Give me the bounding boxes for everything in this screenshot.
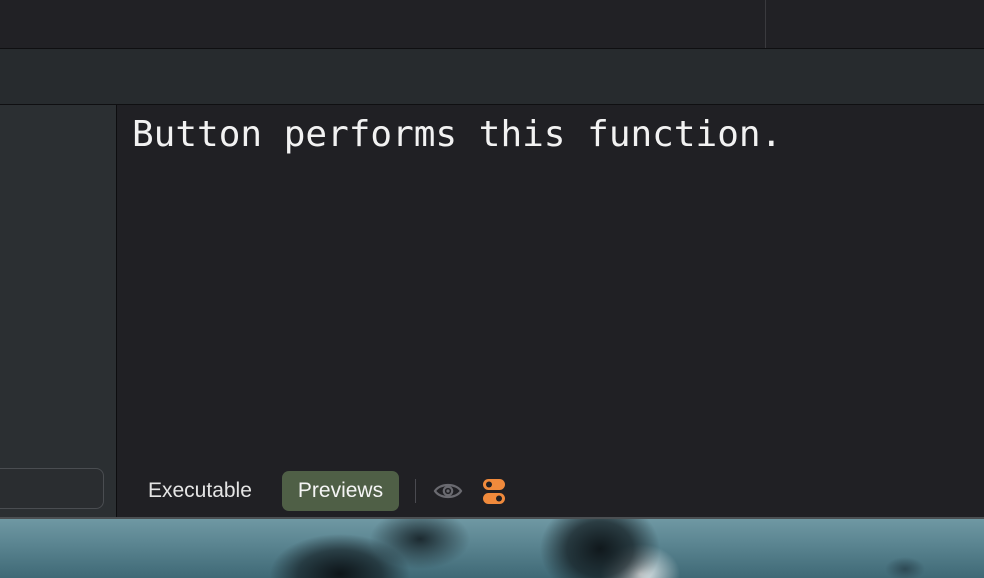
canvas-bottom-controls: Executable Previews	[132, 471, 510, 511]
selectable-toggle-icon	[483, 478, 506, 504]
controls-divider	[415, 479, 417, 503]
editor-tab-bar	[0, 49, 984, 105]
toolbar-divider	[765, 0, 766, 48]
window-toolbar	[0, 0, 984, 49]
eye-icon	[433, 483, 463, 499]
navigator-sidebar	[0, 105, 117, 517]
executable-mode-button[interactable]: Executable	[132, 471, 268, 511]
preview-text: Button performs this function.	[132, 114, 783, 155]
previews-mode-button[interactable]: Previews	[281, 471, 400, 511]
navigator-filter-field[interactable]	[0, 468, 104, 509]
selectable-mode-button[interactable]	[478, 475, 510, 507]
live-preview-button[interactable]	[432, 475, 464, 507]
desktop-wallpaper	[0, 517, 984, 578]
xcode-window: Button performs this function. Executabl…	[0, 0, 984, 578]
preview-canvas: Button performs this function. Executabl…	[117, 105, 984, 517]
